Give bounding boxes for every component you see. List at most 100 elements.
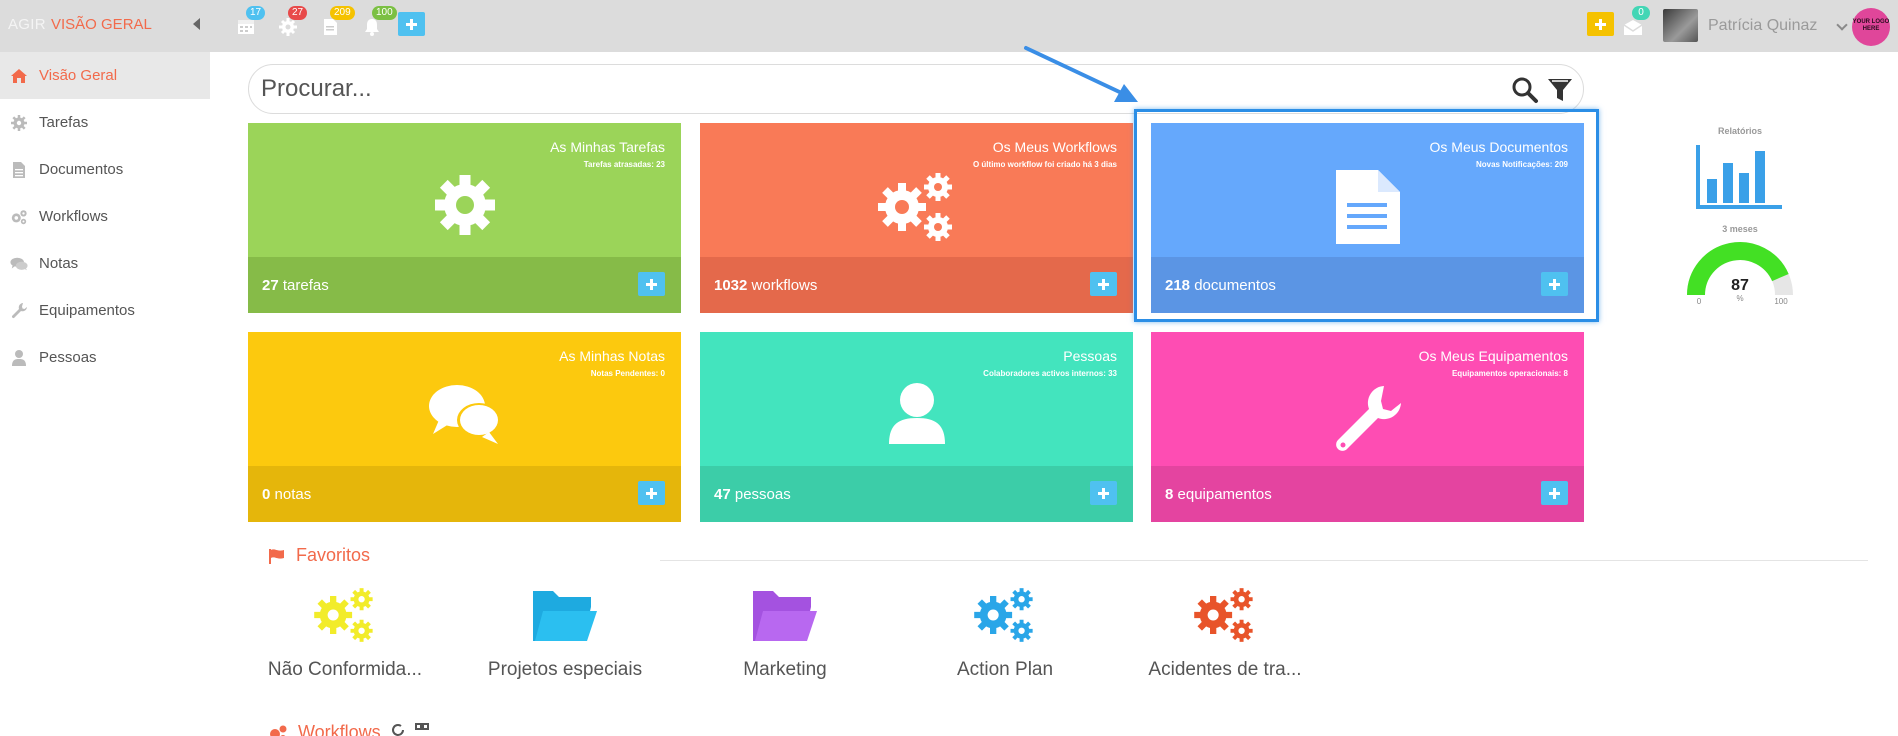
- wrench-icon: [10, 302, 28, 320]
- favorite-label: Não Conformida...: [267, 659, 423, 680]
- folder-open-icon: [533, 591, 597, 641]
- favorite-item[interactable]: Action Plan: [910, 585, 1100, 681]
- tile-footer: 0 notas: [248, 466, 681, 522]
- gauge-value: 87: [1731, 277, 1749, 294]
- sidebar-item-equipamentos[interactable]: Equipamentos: [0, 287, 210, 334]
- tile-notas[interactable]: As Minhas Notas Notas Pendentes: 0 0 not…: [248, 332, 681, 522]
- sidebar-item-pessoas[interactable]: Pessoas: [0, 334, 210, 381]
- sidebar-item-label: Visão Geral: [39, 67, 118, 84]
- comments-icon: [10, 255, 28, 273]
- inbox-icon[interactable]: 0: [1622, 6, 1650, 38]
- collapse-sidebar-icon[interactable]: [193, 18, 200, 30]
- pointer-arrow: [1024, 46, 1138, 102]
- document-icon: [1335, 169, 1401, 250]
- gears-icon: [876, 169, 958, 250]
- add-button[interactable]: [398, 12, 425, 36]
- sidebar-item-documentos[interactable]: Documentos: [0, 146, 210, 193]
- favorites-title: Favoritos: [296, 545, 371, 565]
- reports-chart-icon[interactable]: [1695, 143, 1783, 211]
- grid-view-icon[interactable]: [414, 723, 429, 736]
- add-workflow-button[interactable]: [1090, 272, 1117, 296]
- refresh-icon[interactable]: [391, 723, 405, 736]
- tile-title: Os Meus Documentos: [1429, 139, 1569, 155]
- sidebar-item-tarefas[interactable]: Tarefas: [0, 99, 210, 146]
- user-icon: [10, 349, 28, 367]
- tile-count-value: 8: [1165, 486, 1174, 503]
- sidebar-item-label: Equipamentos: [39, 302, 135, 319]
- tile-count-unit: workflows: [751, 277, 818, 294]
- avatar[interactable]: [1663, 9, 1698, 42]
- sidebar-item-label: Pessoas: [39, 349, 97, 366]
- tile-count-unit: notas: [274, 486, 312, 503]
- tile-count: 27 tarefas: [262, 277, 329, 294]
- tile-workflows[interactable]: Os Meus Workflows O último workflow foi …: [700, 123, 1133, 313]
- gears-icon: [10, 208, 28, 226]
- tile-count-unit: equipamentos: [1177, 486, 1272, 503]
- top-bar: AGIR VISÃO GERAL 17 27 209 100 0 Patríci…: [0, 0, 1898, 52]
- page-title: VISÃO GERAL: [51, 16, 152, 33]
- filter-icon[interactable]: [1546, 76, 1574, 109]
- add-person-button[interactable]: [1090, 481, 1117, 505]
- search-icon[interactable]: [1511, 76, 1539, 109]
- gears-icon: [1194, 588, 1253, 642]
- favorites-divider: [660, 560, 1868, 561]
- user-name[interactable]: Patrícia Quinaz: [1708, 17, 1817, 35]
- tile-pessoas[interactable]: Pessoas Colaboradores activos internos: …: [700, 332, 1133, 522]
- gauge-min: 0: [1697, 297, 1702, 306]
- tile-subtitle: Colaboradores activos internos: 33: [983, 369, 1117, 378]
- bell-icon[interactable]: 100: [362, 6, 397, 38]
- notifications-badge: 100: [372, 6, 397, 20]
- tile-header: Os Meus Documentos Novas Notificações: 2…: [1430, 139, 1569, 171]
- favorite-item[interactable]: Marketing: [690, 585, 880, 681]
- tile-header: Pessoas Colaboradores activos internos: …: [983, 348, 1117, 380]
- tile-documentos[interactable]: Os Meus Documentos Novas Notificações: 2…: [1151, 123, 1584, 313]
- sidebar-item-notas[interactable]: Notas: [0, 240, 210, 287]
- workflows-header: Workflows: [268, 722, 429, 736]
- favorite-item[interactable]: Acidentes de tra...: [1130, 585, 1320, 681]
- tile-subtitle: Notas Pendentes: 0: [590, 369, 665, 378]
- brand-name[interactable]: AGIR: [8, 16, 46, 33]
- document-icon: [10, 161, 28, 179]
- search-input[interactable]: [261, 73, 1481, 105]
- add-task-button[interactable]: [638, 272, 665, 296]
- calendar-icon[interactable]: 17: [236, 6, 266, 38]
- add-equipment-button[interactable]: [1541, 481, 1568, 505]
- tile-header: As Minhas Notas Notas Pendentes: 0: [559, 348, 665, 380]
- sidebar-item-workflows[interactable]: Workflows: [0, 193, 210, 240]
- gauge-max: 100: [1774, 297, 1788, 306]
- tasks-gear-icon[interactable]: 27: [278, 6, 308, 38]
- documents-icon[interactable]: 209: [320, 6, 355, 38]
- tile-equipamentos[interactable]: Os Meus Equipamentos Equipamentos operac…: [1151, 332, 1584, 522]
- favorite-item[interactable]: Não Conformida...: [250, 585, 440, 681]
- reports-label: Relatórios: [1717, 126, 1762, 136]
- chevron-down-icon[interactable]: [1836, 19, 1848, 31]
- tile-tarefas[interactable]: As Minhas Tarefas Tarefas atrasadas: 23 …: [248, 123, 681, 313]
- flag-icon: [269, 548, 284, 564]
- gear-icon: [431, 171, 499, 244]
- gears-icon: [270, 725, 287, 736]
- favorite-label: Acidentes de tra...: [1148, 659, 1302, 680]
- sidebar-item-label: Workflows: [39, 208, 108, 225]
- messages-badge: 0: [1632, 6, 1650, 20]
- tile-title: Os Meus Equipamentos: [1418, 348, 1568, 364]
- tile-title: Os Meus Workflows: [992, 139, 1117, 155]
- tile-count: 47 pessoas: [714, 486, 791, 503]
- favorite-label: Projetos especiais: [487, 659, 643, 680]
- tile-header: As Minhas Tarefas Tarefas atrasadas: 23: [550, 139, 665, 171]
- favorites-header: Favoritos: [268, 545, 370, 566]
- add-document-button[interactable]: [1541, 272, 1568, 296]
- favorite-item[interactable]: Projetos especiais: [470, 585, 660, 681]
- sidebar-item-label: Tarefas: [39, 114, 89, 131]
- tile-header: Os Meus Equipamentos Equipamentos operac…: [1419, 348, 1568, 380]
- workflows-title: Workflows: [298, 722, 381, 736]
- add-note-button[interactable]: [638, 481, 665, 505]
- tile-subtitle: O último workflow foi criado há 3 dias: [972, 160, 1117, 169]
- gears-icon: [314, 588, 373, 642]
- tile-count: 8 equipamentos: [1165, 486, 1272, 503]
- search-bar: [248, 64, 1584, 114]
- tile-count: 0 notas: [262, 486, 311, 503]
- wrench-icon: [1332, 384, 1404, 461]
- sidebar-item-visao-geral[interactable]: Visão Geral: [0, 52, 210, 99]
- quick-add-button[interactable]: [1587, 12, 1614, 36]
- folder-open-icon: [753, 591, 817, 641]
